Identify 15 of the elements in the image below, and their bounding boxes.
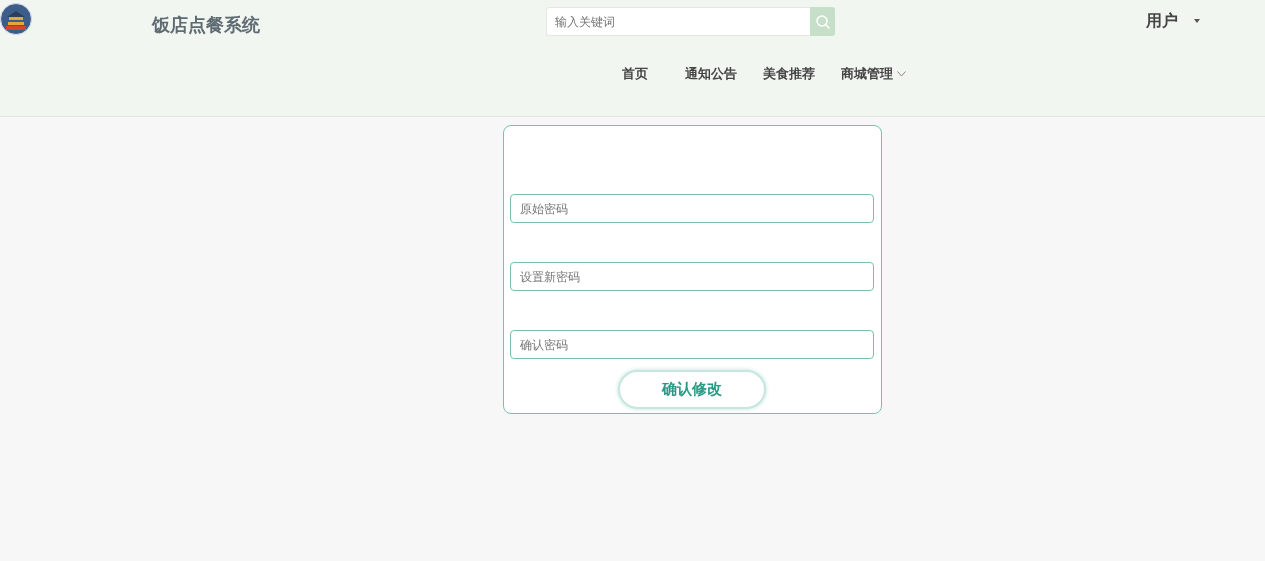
chevron-down-icon [896,70,906,77]
nav-link[interactable]: 商城管理 [827,64,919,84]
nav-link[interactable]: 首页 [608,64,672,84]
password-field[interactable]: 确认密码 [510,330,874,359]
password-field[interactable]: 原始密码 [510,194,874,223]
user-menu[interactable]: 用户 [1140,8,1206,34]
nav-link[interactable]: 美食推荐 [749,64,828,84]
search-button[interactable] [810,7,835,36]
search-icon [814,13,831,30]
site-title: 饭店点餐系统 [152,13,261,37]
password-field[interactable]: 设置新密码 [510,262,874,291]
search-field[interactable]: 输入关键词 [546,7,810,36]
submit-button[interactable]: 确认修改 [618,370,766,409]
caret-icon [1194,19,1200,23]
nav-link[interactable]: 通知公告 [671,64,750,84]
